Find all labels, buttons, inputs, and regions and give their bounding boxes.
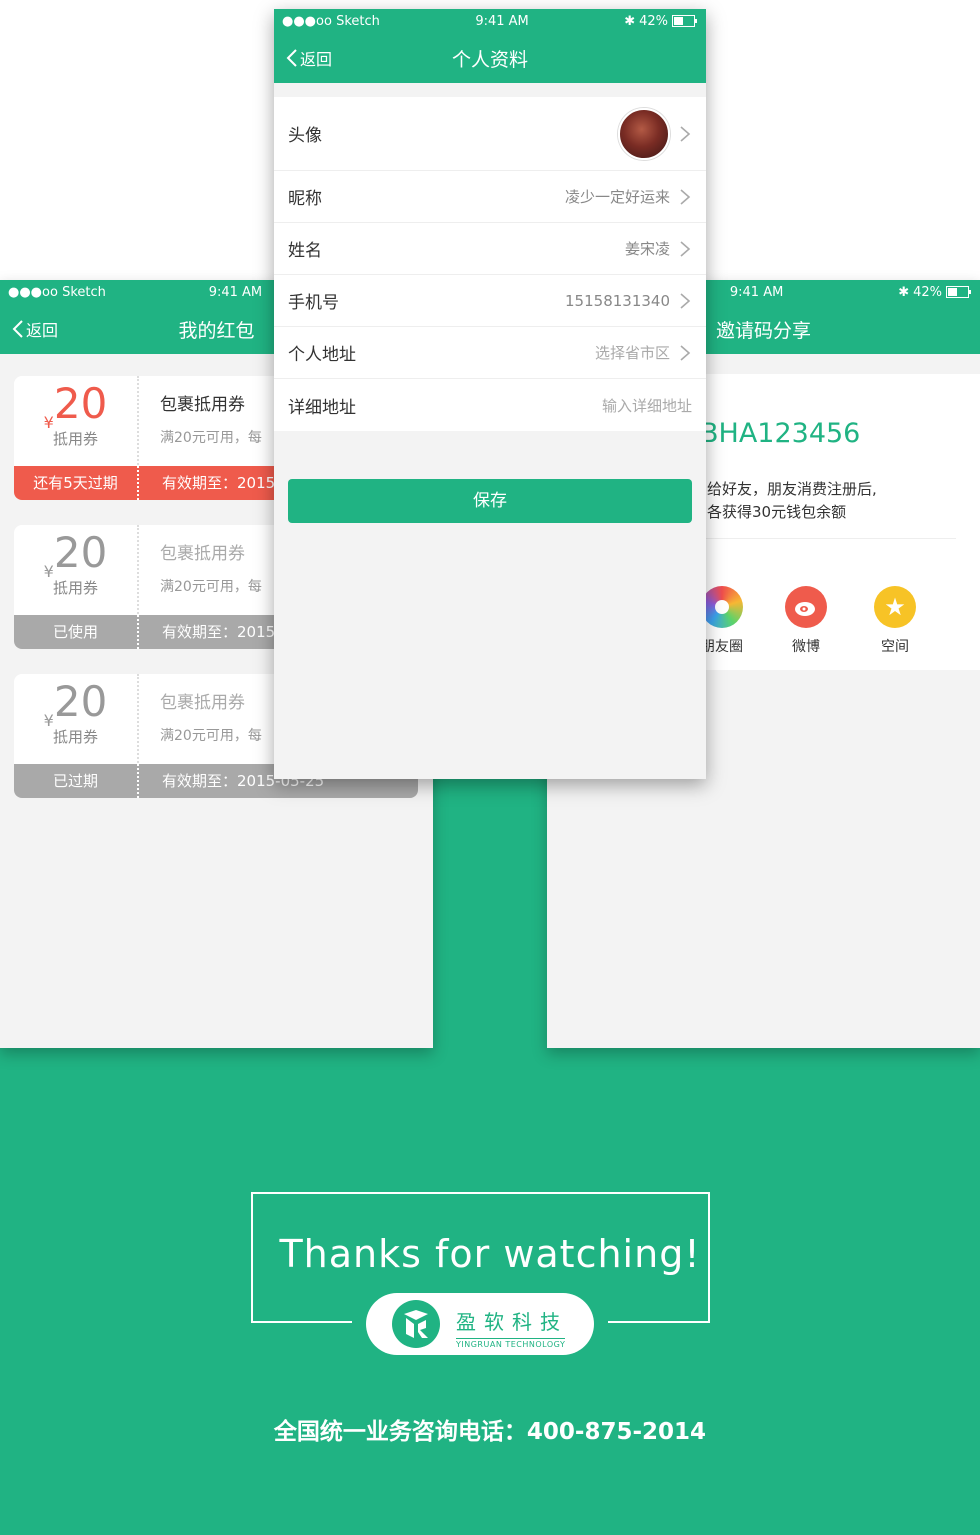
amount-value: 20 [53, 379, 108, 428]
row-label: 头像 [288, 126, 322, 146]
nickname-row[interactable]: 昵称 凌少一定好运来 [274, 171, 706, 223]
detail-address-row[interactable]: 详细地址 输入详细地址 [274, 379, 706, 431]
back-button[interactable]: 返回 [286, 46, 332, 70]
battery-icon [946, 286, 971, 298]
weibo-icon [785, 586, 827, 628]
nav-bar: 返回 个人资料 [274, 33, 706, 83]
amount-value: 20 [53, 677, 108, 726]
divider [137, 466, 139, 500]
share-label: 空间 [881, 639, 909, 655]
coupon-kind: 抵用券 [52, 579, 98, 597]
address-placeholder: 选择省市区 [594, 344, 670, 362]
profile-screen: ●●●oo Sketch 9:41 AM ✱ 42% 返回 个人资料 头像 昵称… [274, 9, 706, 779]
row-label: 详细地址 [288, 397, 356, 418]
row-label: 昵称 [288, 189, 322, 209]
coupon-kind: 抵用券 [52, 430, 98, 448]
divider [137, 615, 139, 649]
coupon-amount: ¥20 抵用券 [14, 674, 137, 764]
name-row[interactable]: 姓名 姜宋凌 [274, 223, 706, 275]
hotline-text: 全国统一业务咨询电话：400-875-2014 [273, 1419, 707, 1445]
nickname-value: 凌少一定好运来 [564, 188, 670, 206]
status-bar: ●●●oo Sketch 9:41 AM ✱ 42% [274, 9, 706, 33]
share-label: 微博 [792, 639, 820, 655]
battery-label: 42% [639, 13, 668, 29]
avatar-row[interactable]: 头像 [274, 97, 706, 171]
qzone-icon: ★ [874, 586, 916, 628]
coupon-condition: 满20元可用，每 [160, 728, 262, 744]
row-label: 姓名 [288, 241, 322, 261]
coupon-name: 包裹抵用券 [160, 544, 245, 564]
share-qzone-button[interactable]: ★ 空间 [865, 586, 925, 656]
amount-value: 20 [53, 528, 108, 577]
chevron-right-icon [680, 240, 691, 257]
divider [137, 764, 139, 798]
bluetooth-icon: ✱ [898, 284, 910, 300]
coupon-info: 包裹抵用券 满20元可用，每 [160, 390, 262, 447]
coupon-amount: ¥20 抵用券 [14, 525, 137, 615]
thanks-text: Thanks for watching! [279, 1232, 701, 1276]
page-title: 个人资料 [451, 48, 528, 71]
back-button[interactable]: 返回 [12, 317, 58, 341]
validity-label: 有效期至：2015 [162, 623, 276, 641]
back-label: 返回 [26, 321, 59, 340]
carrier-label: ●●●oo Sketch [282, 13, 380, 29]
battery-icon [672, 15, 697, 27]
company-logo-icon [392, 1300, 440, 1348]
invite-code: BHA123456 [700, 418, 861, 449]
moments-icon [701, 586, 743, 628]
address-row[interactable]: 个人地址 选择省市区 [274, 327, 706, 379]
chevron-right-icon [680, 292, 691, 309]
back-label: 返回 [300, 50, 333, 69]
avatar [618, 107, 670, 160]
coupon-info: 包裹抵用券 满20元可用，每 [160, 539, 262, 596]
save-button[interactable]: 保存 [288, 479, 692, 523]
validity-label: 有效期至：2015 [162, 474, 276, 492]
phone-value: 15158131340 [565, 291, 670, 310]
coupon-condition: 满20元可用，每 [160, 430, 262, 446]
invite-description: 给好友，朋友消费注册后, 各获得30元钱包余额 [707, 478, 877, 524]
description-line: 给好友，朋友消费注册后, [707, 480, 877, 498]
company-name-cn: 盈软科技 [456, 1310, 568, 1334]
chevron-right-icon [680, 344, 691, 361]
detail-address-input[interactable]: 输入详细地址 [602, 395, 692, 416]
row-label: 手机号 [288, 293, 339, 313]
profile-form: 头像 昵称 凌少一定好运来 姓名 姜宋凌 手机号 15158131340 个人地… [274, 97, 706, 431]
description-line: 各获得30元钱包余额 [707, 503, 847, 521]
name-value: 姜宋凌 [624, 240, 670, 258]
clock-label: 9:41 AM [475, 13, 529, 29]
chevron-right-icon [680, 125, 691, 142]
status-badge: 已过期 [52, 772, 98, 790]
share-weibo-button[interactable]: 微博 [776, 586, 836, 656]
middle-stripe [433, 760, 547, 1060]
chevron-right-icon [680, 188, 691, 205]
bluetooth-icon: ✱ [624, 13, 636, 29]
row-label: 个人地址 [288, 345, 356, 365]
coupon-info: 包裹抵用券 满20元可用，每 [160, 688, 262, 745]
status-badge: 已使用 [52, 623, 98, 641]
coupon-name: 包裹抵用券 [160, 693, 245, 713]
coupon-name: 包裹抵用券 [160, 395, 245, 415]
coupon-condition: 满20元可用，每 [160, 579, 262, 595]
carrier-label: ●●●oo Sketch [8, 284, 106, 300]
coupon-kind: 抵用券 [52, 728, 98, 746]
phone-row[interactable]: 手机号 15158131340 [274, 275, 706, 327]
coupon-amount: ¥20 抵用券 [14, 376, 137, 466]
status-badge: 还有5天过期 [33, 474, 118, 492]
chevron-left-icon [286, 49, 297, 67]
chevron-left-icon [12, 320, 23, 338]
company-name-en: YINGRUAN TECHNOLOGY [456, 1338, 566, 1349]
battery-label: 42% [913, 284, 942, 300]
divider [697, 538, 956, 539]
